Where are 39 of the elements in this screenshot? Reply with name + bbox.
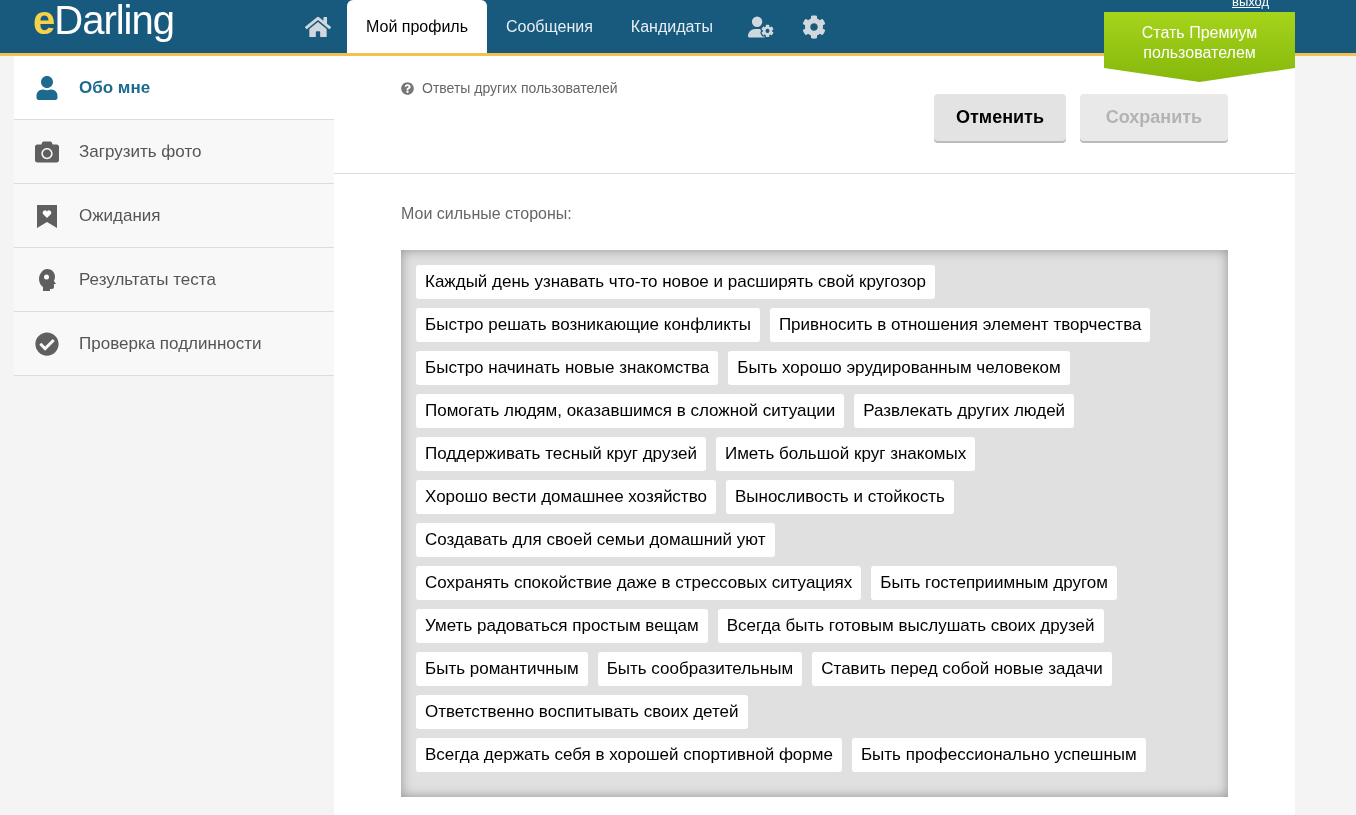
strength-tag[interactable]: Быть профессионально успешным: [851, 738, 1146, 772]
strength-tag[interactable]: Быстро начинать новые знакомства: [416, 351, 719, 385]
strength-tag[interactable]: Всегда держать себя в хорошей спортивной форме: [416, 738, 842, 772]
strength-tag[interactable]: Сохранять спокойствие даже в стрессовых ситуациях: [416, 566, 862, 600]
help-icon: [401, 82, 414, 95]
sidebar-item[interactable]: Обо мне: [14, 56, 334, 120]
strength-tag[interactable]: Помогать людям, оказавшимся в сложной ситуации: [416, 394, 845, 428]
strength-tag[interactable]: Быстро решать возникающие конфликты: [416, 308, 760, 342]
heart-bookmark-icon: [35, 203, 59, 228]
strength-tag[interactable]: Привносить в отношения элемент творчества: [769, 308, 1151, 342]
settings-icon: [801, 14, 826, 39]
strength-tag[interactable]: Быть гостеприимным другом: [871, 566, 1117, 600]
sidebar-item[interactable]: Проверка подлинности: [14, 312, 334, 376]
strength-tag[interactable]: Быть романтичным: [416, 652, 588, 686]
cancel-button[interactable]: Отменить: [934, 94, 1066, 141]
section-label: Мои сильные стороны:: [401, 204, 573, 224]
strength-tag[interactable]: Выносливость и стойкость: [725, 480, 954, 514]
strength-tag[interactable]: Быть сообразительным: [597, 652, 803, 686]
strength-tag[interactable]: Хорошо вести домашнее хозяйство: [416, 480, 716, 514]
sidebar-item[interactable]: Результаты теста: [14, 248, 334, 312]
nav-tab[interactable]: Кандидаты: [611, 0, 732, 53]
strength-tag[interactable]: Всегда быть готовым выслушать своих друзей: [717, 609, 1104, 643]
strength-tag[interactable]: Уметь радоваться простым вещам: [416, 609, 708, 643]
nav-tab[interactable]: Мой профиль: [346, 0, 487, 53]
strength-tag[interactable]: Ответственно воспитывать своих детей: [416, 695, 748, 729]
camera-icon: [35, 139, 59, 164]
person-icon: [35, 75, 59, 100]
strength-tag[interactable]: Поддерживать тесный круг друзей: [416, 437, 706, 471]
strength-tag[interactable]: Создавать для своей семьи домашний уют: [416, 523, 775, 557]
sidebar-item[interactable]: Загрузить фото: [14, 120, 334, 184]
strength-tag[interactable]: Каждый день узнавать что-то новое и расширять свой кругозор: [416, 265, 935, 299]
strength-tag[interactable]: Быть хорошо эрудированным человеком: [728, 351, 1070, 385]
help-link[interactable]: Ответы других пользователей: [401, 78, 618, 99]
nav-tab[interactable]: Сообщения: [487, 0, 612, 53]
logo: eDarling: [33, 0, 174, 40]
strength-tag[interactable]: Ставить перед собой новые задачи: [812, 652, 1112, 686]
strength-tag[interactable]: Иметь большой круг знакомых: [715, 437, 976, 471]
strength-tag[interactable]: Развлекать других людей: [854, 394, 1075, 428]
sidebar-item[interactable]: Ожидания: [14, 184, 334, 248]
